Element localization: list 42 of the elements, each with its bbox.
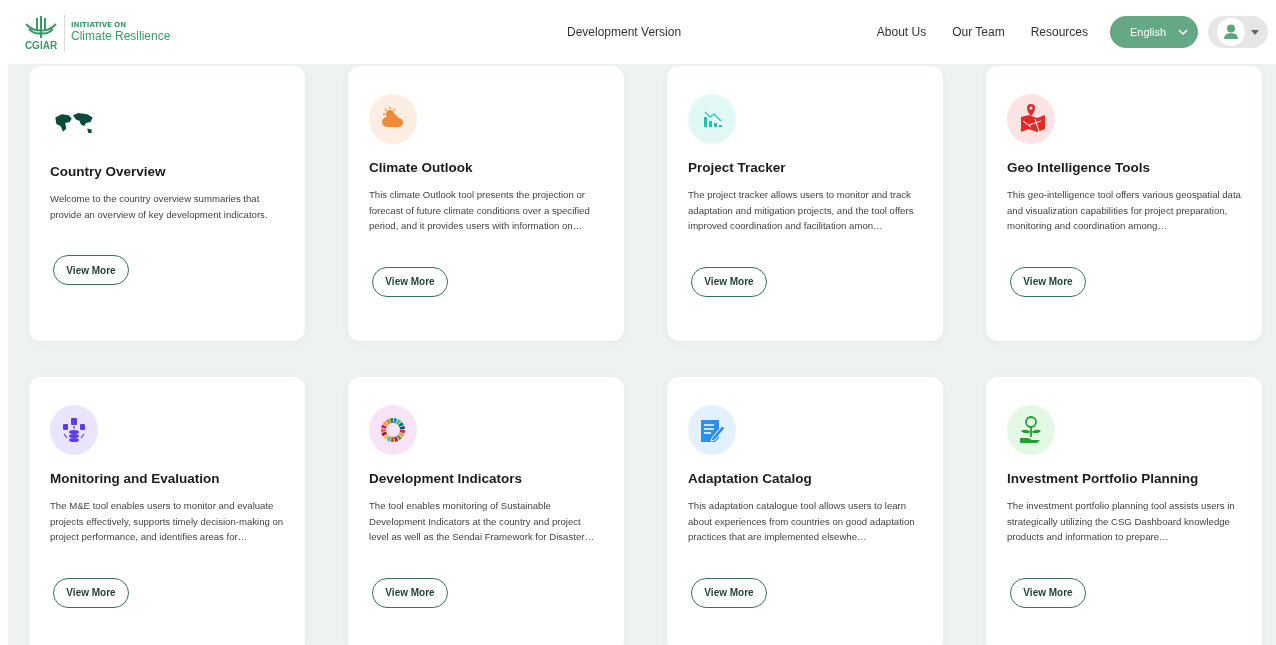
wheat-logo-icon [24, 13, 58, 40]
view-more-button[interactable]: View More [1010, 577, 1086, 608]
card-title: Geo Intelligence Tools [1007, 160, 1151, 175]
plant-coin-icon [1007, 405, 1055, 455]
view-more-button[interactable]: View More [372, 266, 448, 297]
card-description: The project tracker allows users to monitor and track adaptation and mitigation projects, and the tool offers improved coordination and facilitation amon… [688, 188, 915, 233]
card-title: Project Tracker [688, 160, 786, 175]
card-description: This climate Outlook tool presents the projection or forecast of future climate conditions over a specified period, and it provides users with information on… [369, 188, 591, 233]
caret-down-icon [1251, 29, 1259, 35]
world-map-icon [54, 112, 94, 134]
card-title: Climate Outlook [369, 160, 473, 175]
view-more-button[interactable]: View More [691, 577, 767, 608]
card-description: This geo-intelligence tool offers various geospatial data and visualization capabilities for project preparation, monitoring and coordination among… [1007, 188, 1241, 233]
card-title: Development Indicators [369, 471, 523, 486]
nav-link[interactable]: About Us [876, 25, 927, 39]
nav-link[interactable]: Our Team [952, 25, 1005, 39]
map-pin-icon [1007, 94, 1055, 144]
card-description: Welcome to the country overview summaries that provide an overview of key development indicators. [50, 192, 269, 222]
version-label: Development Version [567, 25, 682, 39]
logo-text: CGIAR [24, 39, 58, 51]
color-wheel-icon [369, 405, 417, 455]
view-more-button[interactable]: View More [1010, 266, 1086, 297]
card-description: The tool enables monitoring of Sustainable Development Indicators at the country and project level as well as the Sendai Framework for Disaster… [369, 499, 595, 544]
sun-cloud-icon [369, 94, 417, 144]
card-description: This adaptation catalogue tool allows users to learn about experiences from countries on good adaptation practices that are implemented elsewhe… [688, 499, 916, 544]
nav-link[interactable]: Resources [1030, 25, 1088, 39]
view-more-button[interactable]: View More [53, 255, 129, 285]
chevron-down-icon [1178, 29, 1188, 35]
bar-chart-icon [688, 94, 736, 144]
view-more-button[interactable]: View More [372, 577, 448, 608]
logo-name: Climate Resilience [71, 29, 171, 43]
card-title: Country Overview [50, 164, 166, 179]
user-menu-button[interactable] [1208, 16, 1268, 48]
document-pencil-icon [688, 405, 736, 455]
view-more-button[interactable]: View More [691, 266, 767, 297]
database-icon [50, 405, 98, 455]
card-title: Adaptation Catalog [688, 471, 812, 486]
card-description: The investment portfolio planning tool assists users in strategically utilizing the CSG Dashboard knowledge products and information to prepare… [1007, 499, 1236, 544]
card-title: Monitoring and Evaluation [50, 471, 220, 486]
view-more-button[interactable]: View More [53, 577, 129, 608]
card-description: The M&E tool enables users to monitor and evaluate projects effectively, supports timely decision-making on project performance, and identifies areas for… [50, 499, 284, 544]
card-title: Investment Portfolio Planning [1007, 471, 1199, 486]
